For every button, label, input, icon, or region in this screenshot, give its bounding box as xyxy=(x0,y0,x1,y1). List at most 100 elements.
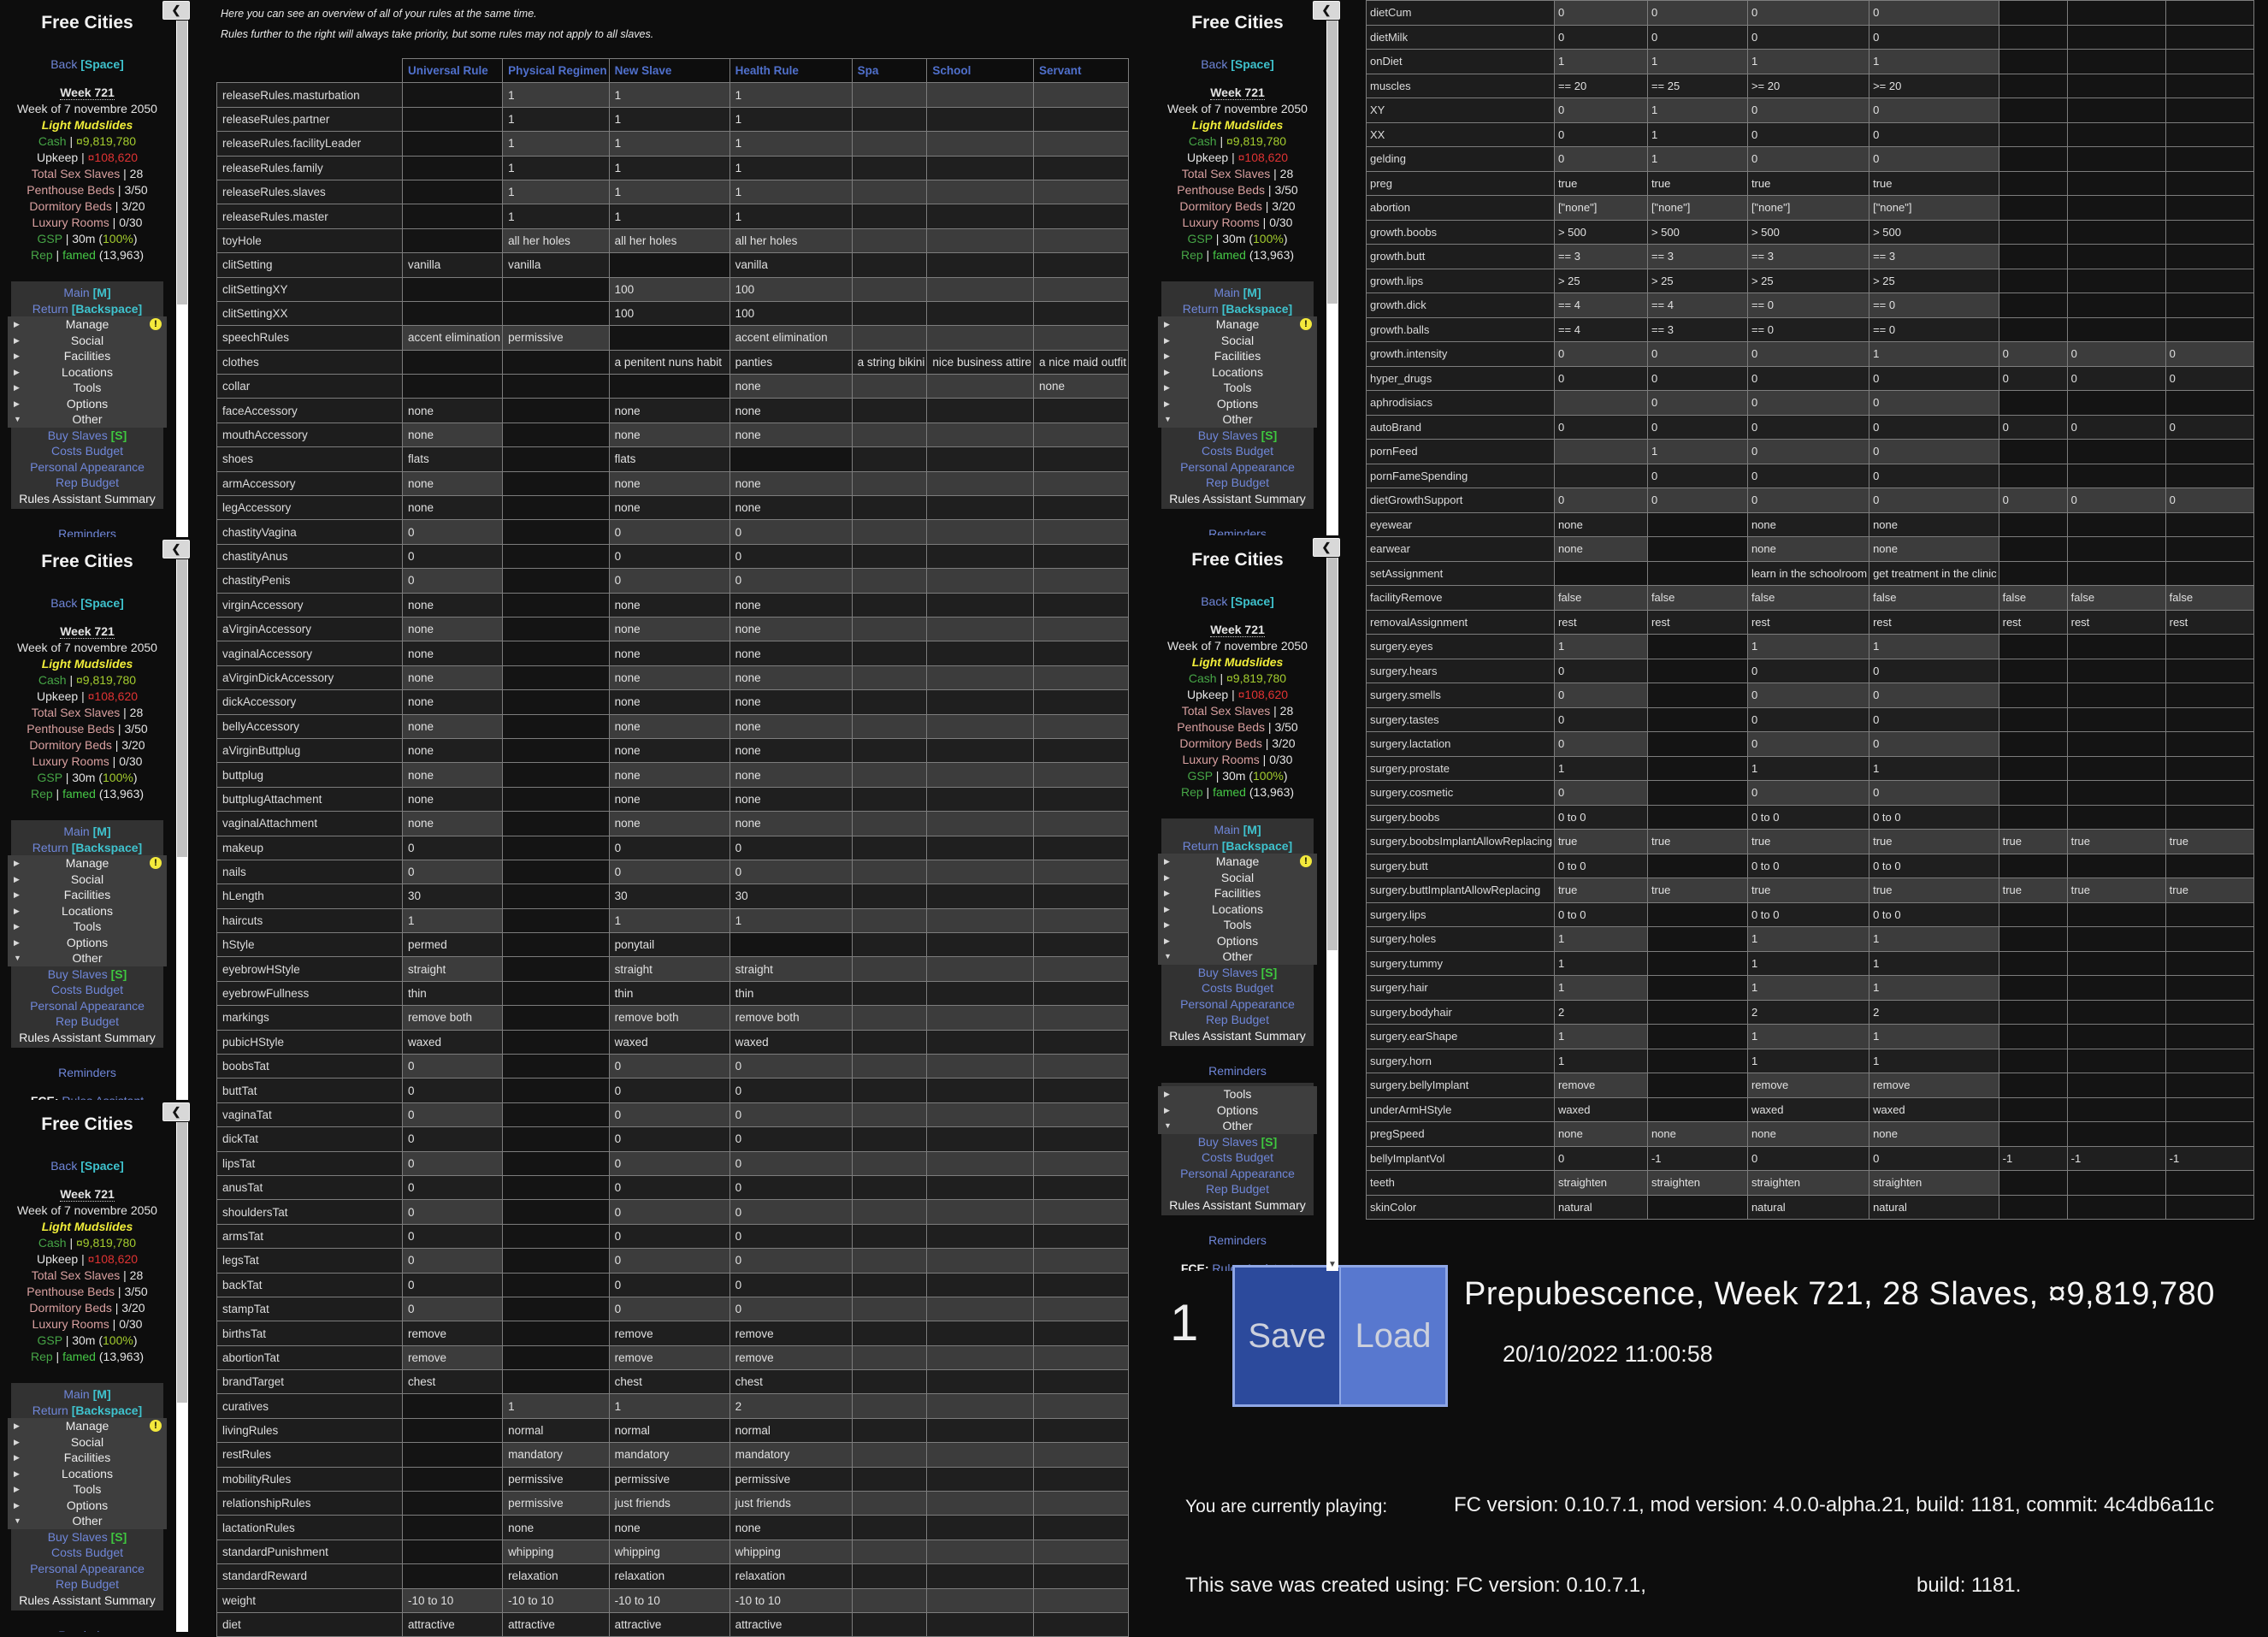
sidebar-item-rules-assistant-summary[interactable]: Rules Assistant Summary xyxy=(1161,491,1314,507)
back-link[interactable]: Back xyxy=(50,596,77,610)
sidebar-scrollbar[interactable] xyxy=(176,1122,188,1632)
scrollbar-thumb[interactable] xyxy=(1327,558,1338,950)
sidebar-scrollbar[interactable] xyxy=(176,559,188,1100)
return-link[interactable]: Return xyxy=(32,1404,68,1417)
menu-item-tools[interactable]: ▶Tools xyxy=(8,919,167,935)
scrollbar-thumb[interactable] xyxy=(177,559,187,857)
main-link[interactable]: Main xyxy=(63,824,89,838)
back-link[interactable]: Back xyxy=(50,1159,77,1173)
week-link[interactable]: Week 721 xyxy=(0,1186,174,1203)
menu-item-facilities[interactable]: ▶Facilities xyxy=(8,887,167,903)
menu-item-tools[interactable]: ▶Tools xyxy=(1158,917,1317,933)
main-link[interactable]: Main xyxy=(63,286,89,299)
menu-item-options[interactable]: ▶Options xyxy=(8,396,167,412)
menu-item-manage[interactable]: ▶Manage! xyxy=(8,855,167,872)
sidebar-link-personal-appearance[interactable]: Personal Appearance xyxy=(1180,1167,1295,1180)
sidebar-link-costs-budget[interactable]: Costs Budget xyxy=(1202,1150,1273,1164)
sidebar-link-rep-budget[interactable]: Rep Budget xyxy=(56,1577,119,1591)
buy-slaves-link[interactable]: Buy Slaves xyxy=(1198,428,1258,442)
menu-item-manage[interactable]: ▶Manage! xyxy=(1158,316,1317,333)
return-link[interactable]: Return xyxy=(32,841,68,854)
menu-item-options[interactable]: ▶Options xyxy=(1158,396,1317,412)
collapse-sidebar-icon[interactable]: ❮ xyxy=(1313,538,1340,557)
menu-item-options[interactable]: ▶Options xyxy=(8,1498,167,1514)
menu-item-tools[interactable]: ▶Tools xyxy=(8,380,167,396)
collapse-sidebar-icon[interactable]: ❮ xyxy=(1313,1,1340,20)
save-button[interactable]: Save xyxy=(1235,1268,1341,1404)
sidebar-link-costs-budget[interactable]: Costs Budget xyxy=(1202,444,1273,458)
menu-item-social[interactable]: ▶Social xyxy=(8,333,167,349)
sidebar-item-rules-assistant-summary[interactable]: Rules Assistant Summary xyxy=(11,491,163,507)
menu-item-options[interactable]: ▶Options xyxy=(1158,1102,1317,1119)
sidebar-link-costs-budget[interactable]: Costs Budget xyxy=(1202,981,1273,995)
menu-item-locations[interactable]: ▶Locations xyxy=(8,364,167,381)
week-link[interactable]: Week 721 xyxy=(1150,622,1325,638)
buy-slaves-link[interactable]: Buy Slaves xyxy=(48,967,108,981)
scrollbar-thumb[interactable] xyxy=(177,21,187,304)
sidebar-item-rules-assistant-summary[interactable]: Rules Assistant Summary xyxy=(11,1030,163,1046)
week-link[interactable]: Week 721 xyxy=(0,623,174,640)
menu-item-social[interactable]: ▶Social xyxy=(8,872,167,888)
menu-item-facilities[interactable]: ▶Facilities xyxy=(8,348,167,364)
menu-item-locations[interactable]: ▶Locations xyxy=(8,1466,167,1482)
sidebar-scrollbar[interactable]: ▼ xyxy=(1326,558,1338,1271)
collapse-sidebar-icon[interactable]: ❮ xyxy=(162,540,190,558)
scrollbar-down-icon[interactable]: ▼ xyxy=(1326,1260,1338,1270)
sidebar-scrollbar[interactable] xyxy=(176,21,188,537)
menu-item-social[interactable]: ▶Social xyxy=(1158,870,1317,886)
reminders-link[interactable]: Reminders xyxy=(0,1628,174,1632)
sidebar-item-rules-assistant-summary[interactable]: Rules Assistant Summary xyxy=(1161,1028,1314,1044)
sidebar-link-costs-budget[interactable]: Costs Budget xyxy=(51,1545,123,1559)
sidebar-item-rules-assistant-summary[interactable]: Rules Assistant Summary xyxy=(1161,1197,1314,1214)
menu-item-social[interactable]: ▶Social xyxy=(8,1434,167,1451)
reminders-link[interactable]: Reminders xyxy=(1150,526,1325,535)
sidebar-link-costs-budget[interactable]: Costs Budget xyxy=(51,983,123,996)
back-link[interactable]: Back xyxy=(1201,594,1227,608)
menu-item-tools[interactable]: ▶Tools xyxy=(1158,1086,1317,1102)
reminders-link[interactable]: Reminders xyxy=(0,1065,174,1081)
main-link[interactable]: Main xyxy=(1214,823,1239,836)
menu-item-tools[interactable]: ▶Tools xyxy=(1158,380,1317,396)
buy-slaves-link[interactable]: Buy Slaves xyxy=(1198,966,1258,979)
menu-item-other[interactable]: ▼Other xyxy=(1158,1118,1317,1134)
sidebar-link-personal-appearance[interactable]: Personal Appearance xyxy=(30,460,145,474)
sidebar-link-rep-budget[interactable]: Rep Budget xyxy=(1206,1182,1269,1196)
sidebar-link-rep-budget[interactable]: Rep Budget xyxy=(56,476,119,489)
menu-item-other[interactable]: ▼Other xyxy=(8,1513,167,1529)
return-link[interactable]: Return xyxy=(32,302,68,316)
reminders-link[interactable]: Reminders xyxy=(1150,1232,1325,1249)
menu-item-facilities[interactable]: ▶Facilities xyxy=(1158,885,1317,901)
menu-item-other[interactable]: ▼Other xyxy=(8,411,167,428)
fce-rules-assistant-link[interactable]: Rules Assistant xyxy=(62,1094,144,1100)
menu-item-tools[interactable]: ▶Tools xyxy=(8,1481,167,1498)
menu-item-social[interactable]: ▶Social xyxy=(1158,333,1317,349)
load-button[interactable]: Load xyxy=(1341,1268,1445,1404)
buy-slaves-link[interactable]: Buy Slaves xyxy=(48,1530,108,1544)
menu-item-facilities[interactable]: ▶Facilities xyxy=(8,1450,167,1466)
back-link[interactable]: Back xyxy=(1201,57,1227,71)
sidebar-link-personal-appearance[interactable]: Personal Appearance xyxy=(1180,460,1295,474)
scrollbar-thumb[interactable] xyxy=(1327,21,1338,304)
menu-item-other[interactable]: ▼Other xyxy=(8,950,167,966)
return-link[interactable]: Return xyxy=(1183,302,1219,316)
sidebar-link-personal-appearance[interactable]: Personal Appearance xyxy=(1180,997,1295,1011)
scrollbar-thumb[interactable] xyxy=(177,1122,187,1403)
menu-item-other[interactable]: ▼Other xyxy=(1158,949,1317,965)
sidebar-link-rep-budget[interactable]: Rep Budget xyxy=(56,1014,119,1028)
collapse-sidebar-icon[interactable]: ❮ xyxy=(162,1102,190,1121)
collapse-sidebar-icon[interactable]: ❮ xyxy=(162,1,190,20)
back-link[interactable]: Back xyxy=(50,57,77,71)
menu-item-locations[interactable]: ▶Locations xyxy=(1158,901,1317,918)
sidebar-link-personal-appearance[interactable]: Personal Appearance xyxy=(30,1562,145,1575)
main-link[interactable]: Main xyxy=(63,1387,89,1401)
sidebar-link-rep-budget[interactable]: Rep Budget xyxy=(1206,1013,1269,1026)
buy-slaves-link[interactable]: Buy Slaves xyxy=(48,428,108,442)
sidebar-link-rep-budget[interactable]: Rep Budget xyxy=(1206,476,1269,489)
sidebar-item-rules-assistant-summary[interactable]: Rules Assistant Summary xyxy=(11,1593,163,1609)
menu-item-manage[interactable]: ▶Manage! xyxy=(8,1418,167,1434)
week-link[interactable]: Week 721 xyxy=(1150,85,1325,101)
menu-item-facilities[interactable]: ▶Facilities xyxy=(1158,348,1317,364)
menu-item-manage[interactable]: ▶Manage! xyxy=(8,316,167,333)
buy-slaves-link[interactable]: Buy Slaves xyxy=(1198,1135,1258,1149)
week-link[interactable]: Week 721 xyxy=(0,85,174,101)
